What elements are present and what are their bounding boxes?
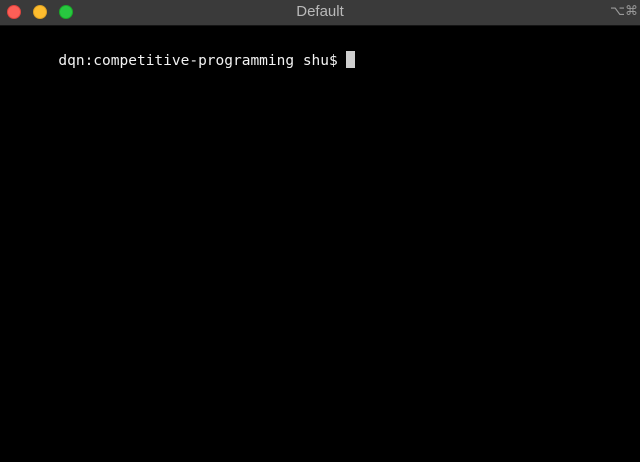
cursor-icon [345, 51, 355, 68]
terminal-content[interactable]: dqn:competitive-programming shu$ [0, 26, 640, 462]
window-shortcut: ⌥⌘1 [610, 4, 638, 19]
title-bar[interactable]: Default ⌥⌘1 [0, 0, 640, 26]
prompt-line: dqn:competitive-programming shu$ [6, 33, 355, 69]
terminal-window: Default ⌥⌘1 dqn:competitive-programming … [0, 0, 640, 462]
window-title: Default [296, 3, 344, 20]
prompt-text: dqn:competitive-programming shu$ [58, 53, 338, 69]
